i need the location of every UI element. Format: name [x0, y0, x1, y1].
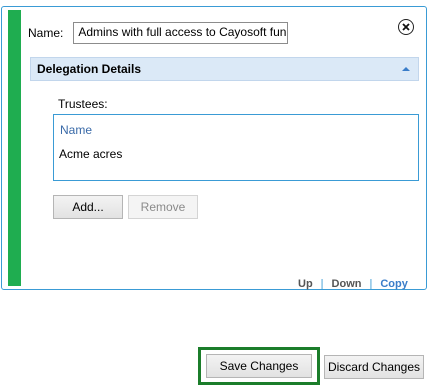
remove-button[interactable]: Remove: [128, 195, 198, 219]
chevron-up-icon[interactable]: [401, 64, 411, 74]
footer-links: Up | Down | Copy: [298, 278, 408, 290]
separator: |: [369, 278, 373, 290]
add-button[interactable]: Add...: [53, 195, 123, 219]
name-row: Name: Admins with full access to Cayosof…: [28, 20, 289, 46]
column-header-name[interactable]: Name: [60, 123, 92, 137]
separator: |: [320, 278, 324, 290]
section-header[interactable]: Delegation Details: [30, 57, 419, 81]
trustees-label: Trustees:: [58, 97, 108, 111]
close-icon[interactable]: [398, 19, 414, 35]
name-label: Name:: [28, 26, 64, 40]
close-x-glyph: [402, 23, 410, 31]
name-input[interactable]: Admins with full access to Cayosoft fun: [73, 22, 289, 44]
trustees-list[interactable]: Name Acme acres: [53, 114, 419, 181]
up-link[interactable]: Up: [298, 278, 313, 290]
discard-button[interactable]: Discard Changes: [324, 355, 424, 379]
down-link[interactable]: Down: [332, 278, 362, 290]
copy-link[interactable]: Copy: [380, 278, 408, 290]
status-color-bar: [8, 10, 21, 286]
section-title: Delegation Details: [37, 62, 142, 76]
save-highlight-frame: Save Changes: [198, 347, 320, 385]
delegation-panel: Name: Admins with full access to Cayosof…: [1, 6, 427, 290]
save-button[interactable]: Save Changes: [206, 354, 312, 378]
list-item[interactable]: Acme acres: [59, 147, 122, 161]
